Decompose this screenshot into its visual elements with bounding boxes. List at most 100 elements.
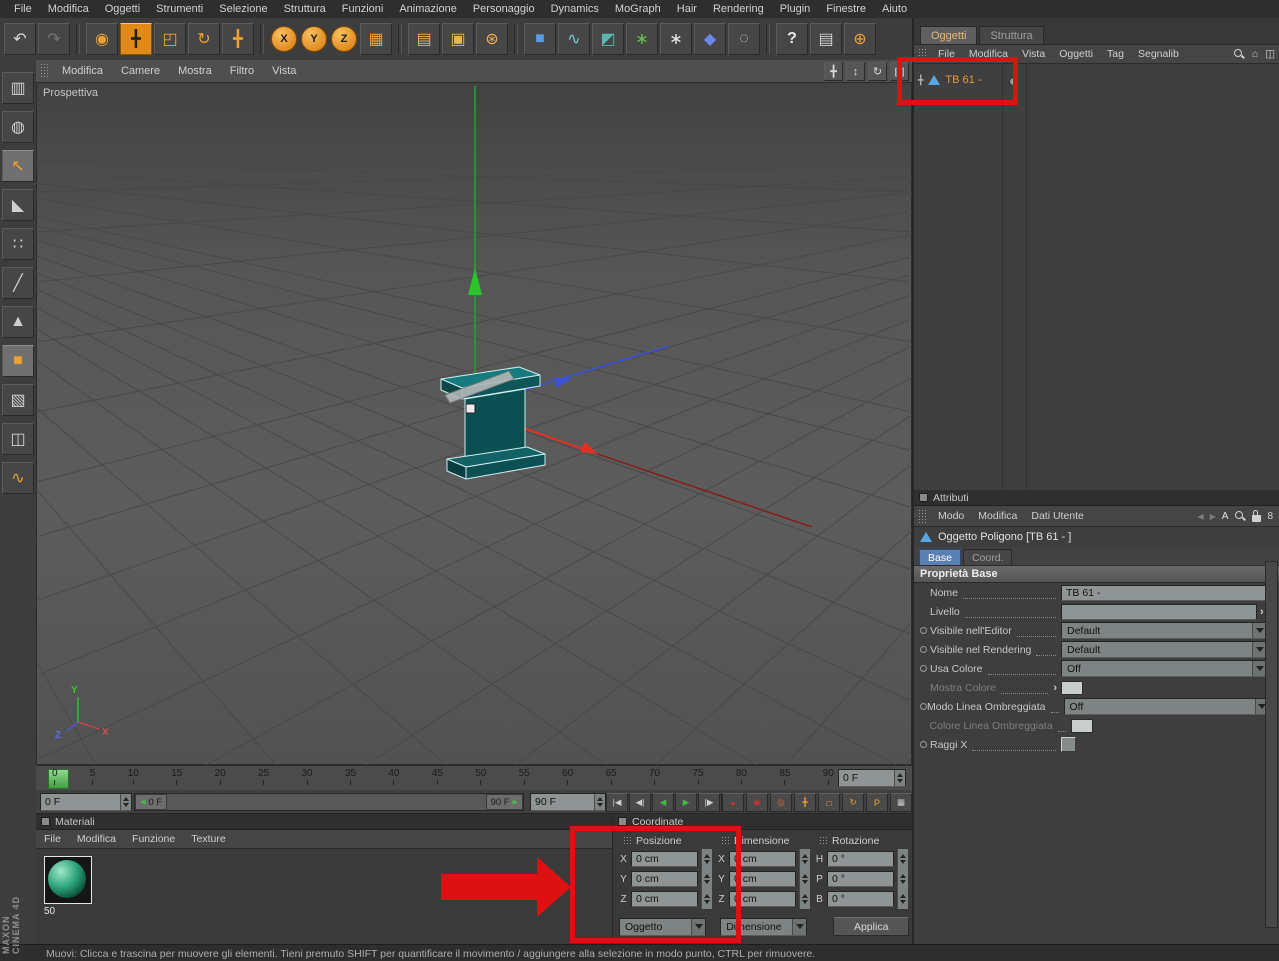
tab-struttura[interactable]: Struttura	[979, 26, 1044, 44]
rotate-tool-icon[interactable]	[188, 23, 220, 55]
arrow-left-icon[interactable]	[1197, 510, 1203, 522]
menubar-item[interactable]: Funzioni	[334, 3, 392, 15]
level-field[interactable]	[1061, 603, 1257, 620]
viewport-canvas[interactable]: Prospettiva Y Z X	[0, 82, 1279, 766]
make-editable-icon[interactable]	[2, 72, 34, 104]
add-particle-icon[interactable]	[660, 23, 692, 55]
apply-button[interactable]: Applica	[833, 917, 909, 936]
om-menu-item[interactable]: Oggetti	[1052, 48, 1100, 60]
xray-checkbox[interactable]	[1061, 737, 1076, 752]
prev-frame-icon[interactable]	[652, 793, 674, 812]
lock-x-button[interactable]: X	[271, 26, 297, 52]
search-icon[interactable]	[1233, 48, 1245, 60]
menubar-item[interactable]: Struttura	[276, 3, 334, 15]
viewport-label[interactable]: Prospettiva	[43, 87, 98, 99]
rotation-b-field[interactable]: 0 °	[827, 891, 894, 907]
am-menu-item[interactable]: Modifica	[971, 510, 1024, 522]
lock-icon[interactable]	[1252, 509, 1262, 522]
rotate-view-icon[interactable]	[868, 62, 887, 81]
menubar-item[interactable]: Personaggio	[465, 3, 543, 15]
point-mode-icon[interactable]	[2, 228, 34, 260]
prev-key-icon[interactable]	[629, 793, 651, 812]
tab-coord[interactable]: Coord.	[962, 549, 1013, 565]
next-key-icon[interactable]	[698, 793, 720, 812]
rotation-h-field[interactable]: 0 °	[827, 851, 894, 867]
ruler-tick[interactable]: 5	[90, 768, 96, 785]
end-frame-spinner[interactable]: 90 F	[530, 793, 606, 811]
a-icon[interactable]	[1222, 510, 1229, 522]
ruler-tick[interactable]: 80	[736, 768, 747, 785]
range-start-grip[interactable]: 0 F	[135, 794, 168, 810]
record-scale-icon[interactable]	[818, 793, 840, 812]
group-title[interactable]: Dimensione	[734, 835, 789, 847]
range-end-grip[interactable]: 90 F	[485, 794, 523, 810]
live-selection-icon[interactable]	[86, 23, 118, 55]
viewport-menu-item[interactable]: Vista	[263, 65, 305, 77]
scale-tool-icon[interactable]	[154, 23, 186, 55]
menubar-item[interactable]: Plugin	[772, 3, 819, 15]
help-icon[interactable]	[776, 23, 808, 55]
record-keyframe-icon[interactable]	[722, 793, 744, 812]
material-name[interactable]: 50	[44, 906, 55, 917]
add-generator-icon[interactable]	[592, 23, 624, 55]
menubar-item[interactable]: MoGraph	[607, 3, 669, 15]
panel-grip[interactable]	[918, 509, 927, 523]
play-icon[interactable]	[675, 793, 697, 812]
menubar-item[interactable]: Rendering	[705, 3, 772, 15]
material-thumbnail[interactable]	[44, 856, 92, 904]
viewport-menu-item[interactable]: Camere	[112, 65, 169, 77]
am-menu-item[interactable]: Dati Utente	[1024, 510, 1091, 522]
record-pla-icon[interactable]	[890, 793, 912, 812]
name-field[interactable]: TB 61 -	[1061, 584, 1267, 601]
lock-y-button[interactable]: Y	[301, 26, 327, 52]
menubar-item[interactable]: Dynamics	[543, 3, 607, 15]
viewport-menu-item[interactable]: Modifica	[53, 65, 112, 77]
attributes-scrollbar[interactable]	[1265, 561, 1278, 928]
ruler-tick[interactable]: 45	[432, 768, 443, 785]
ruler-tick[interactable]: 55	[519, 768, 530, 785]
undo-icon[interactable]	[4, 23, 36, 55]
record-rotation-icon[interactable]	[842, 793, 864, 812]
texture-mode-icon[interactable]	[2, 384, 34, 416]
timeline-ruler[interactable]: 0 5 10 15 20 25 30 35 40 45 50 55 60 65 70 75 80 85 90 0 F	[36, 765, 912, 792]
ruler-frame-spinner[interactable]: 0 F	[838, 769, 906, 787]
render-active-icon[interactable]	[442, 23, 474, 55]
tab-base[interactable]: Base	[919, 549, 961, 565]
viewport-menu-item[interactable]: Filtro	[221, 65, 263, 77]
panel-grip[interactable]	[40, 63, 49, 79]
lock-z-button[interactable]: Z	[331, 26, 357, 52]
am-menu-item[interactable]: Modo	[931, 510, 971, 522]
ruler-tick[interactable]: 85	[779, 768, 790, 785]
visible-editor-select[interactable]: Default	[1061, 622, 1267, 639]
last-tool-icon[interactable]	[222, 23, 254, 55]
add-mograph-icon[interactable]	[626, 23, 658, 55]
object-mode-icon[interactable]	[2, 345, 34, 377]
ruler-tick[interactable]: 65	[606, 768, 617, 785]
rotation-p-field[interactable]: 0 °	[827, 871, 894, 887]
polygon-mode-icon[interactable]	[2, 306, 34, 338]
render-settings-icon[interactable]	[476, 23, 508, 55]
current-frame-spinner[interactable]: 0 F	[40, 793, 132, 811]
add-spline-icon[interactable]	[558, 23, 590, 55]
record-position-icon[interactable]	[794, 793, 816, 812]
model-mode-icon[interactable]	[2, 111, 34, 143]
shaded-line-mode-select[interactable]: Off	[1063, 698, 1270, 715]
corner-mode-icon[interactable]	[2, 189, 34, 221]
menubar-item[interactable]: Finestre	[818, 3, 874, 15]
materials-menu-item[interactable]: Funzione	[124, 833, 183, 845]
ruler-tick[interactable]: 50	[475, 768, 486, 785]
ruler-tick[interactable]: 90	[823, 768, 834, 785]
menubar-item[interactable]: Aiuto	[874, 3, 915, 15]
menubar-item[interactable]: Strumenti	[148, 3, 211, 15]
expand-arrow-icon[interactable]	[1053, 682, 1057, 694]
add-primitive-icon[interactable]	[524, 23, 556, 55]
level-arrow-icon[interactable]	[1260, 606, 1264, 618]
materials-header[interactable]: Materiali	[36, 814, 612, 830]
spline-edit-icon[interactable]	[2, 462, 34, 494]
om-menu-item[interactable]: Tag	[1100, 48, 1131, 60]
ruler-tick[interactable]: 60	[562, 768, 573, 785]
add-deformer-icon[interactable]	[728, 23, 760, 55]
materials-menu-item[interactable]: Texture	[183, 833, 233, 845]
ruler-tick[interactable]: 40	[388, 768, 399, 785]
redo-icon[interactable]	[38, 23, 70, 55]
